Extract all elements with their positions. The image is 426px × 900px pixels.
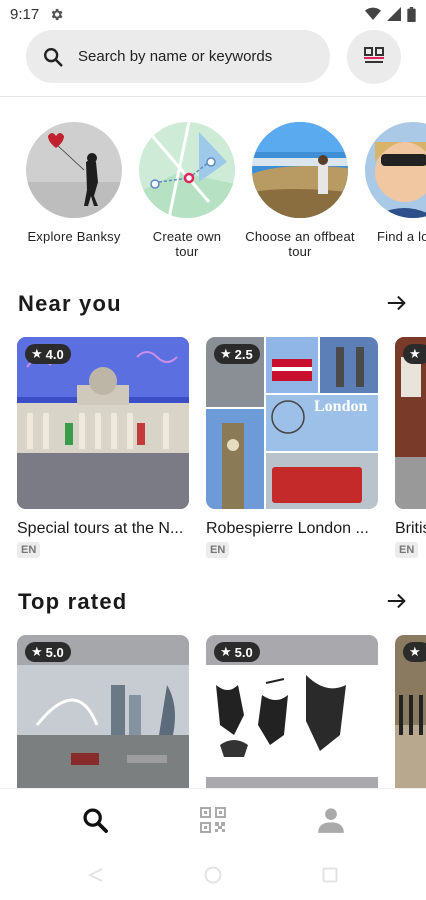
tour-card[interactable]: ★ 5.0 <box>206 635 378 788</box>
rating-badge: ★ 5.0 <box>25 642 71 662</box>
tour-card-image: ★ 4.0 <box>17 337 189 509</box>
nav-profile-tab[interactable] <box>301 795 361 845</box>
tour-card[interactable]: ★ Britis EN <box>395 337 426 558</box>
rating-badge: ★ <box>403 344 426 364</box>
category-image <box>252 122 348 218</box>
category-label: Find a lo <box>377 229 426 244</box>
star-icon: ★ <box>31 644 43 659</box>
status-bar: 9:17 <box>0 0 426 28</box>
battery-icon <box>407 6 416 22</box>
rating-badge: ★ <box>403 642 426 662</box>
tour-card-image: ★ <box>395 635 426 788</box>
recents-icon[interactable] <box>322 867 338 883</box>
rating-value: 5.0 <box>45 644 64 660</box>
category-label: Explore Banksy <box>27 229 121 244</box>
category-find-local[interactable]: Find a lo <box>353 122 426 244</box>
back-icon[interactable] <box>88 867 104 883</box>
tour-card[interactable]: ★ <box>395 635 426 788</box>
category-label: Create own tour <box>152 229 222 259</box>
search-bar[interactable] <box>26 30 330 83</box>
tour-card-image: ★ 5.0 <box>17 635 189 788</box>
star-icon: ★ <box>31 346 43 361</box>
category-label: Choose an offbeat tour <box>245 229 355 259</box>
star-icon: ★ <box>409 644 421 659</box>
star-icon: ★ <box>220 644 232 659</box>
rating-value: 5.0 <box>234 644 253 660</box>
wifi-icon <box>365 7 381 20</box>
rating-badge: ★ 2.5 <box>214 344 260 364</box>
arrow-right-icon[interactable] <box>386 292 408 314</box>
category-create-own-tour[interactable]: Create own tour <box>127 122 247 259</box>
qr-code-icon <box>200 806 226 833</box>
search-input[interactable] <box>78 48 318 65</box>
tour-card[interactable]: ★ 4.0 Special tours at the N... EN <box>17 337 189 558</box>
category-image <box>139 122 235 218</box>
tour-card-title: Special tours at the N... <box>17 520 184 537</box>
category-explore-banksy[interactable]: Explore Banksy <box>14 122 134 244</box>
bottom-navigation <box>0 788 426 850</box>
tour-card[interactable]: London ★ 2.5 Robespierre London ... EN <box>206 337 378 558</box>
status-time: 9:17 <box>10 5 40 23</box>
london-label: London <box>314 398 367 415</box>
language-badge: EN <box>17 542 41 558</box>
search-icon <box>83 807 108 833</box>
category-image <box>365 122 426 218</box>
arrow-right-icon[interactable] <box>386 590 408 612</box>
home-icon[interactable] <box>204 866 222 884</box>
star-icon: ★ <box>220 346 232 361</box>
tour-card-image: London ★ 2.5 <box>206 337 378 509</box>
nav-search-tab[interactable] <box>65 795 125 845</box>
category-image <box>26 122 122 218</box>
search-row <box>26 29 401 84</box>
rating-value: 4.0 <box>45 346 64 362</box>
star-icon: ★ <box>409 346 421 361</box>
rating-value: 2.5 <box>234 346 253 362</box>
language-badge: EN <box>206 542 230 558</box>
rating-badge: ★ 5.0 <box>214 642 260 662</box>
qr-scan-button[interactable] <box>347 29 401 84</box>
nav-qr-tab[interactable] <box>183 795 243 845</box>
qr-code-icon <box>364 46 384 63</box>
rating-badge: ★ 4.0 <box>25 344 71 364</box>
near-you-carousel[interactable]: ★ 4.0 Special tours at the N... EN London… <box>17 337 426 567</box>
language-badge: EN <box>395 542 419 558</box>
category-carousel[interactable]: Explore Banksy Create own tour Choose an… <box>0 122 426 262</box>
header-divider <box>0 96 426 97</box>
tour-card-image: ★ 5.0 <box>206 635 378 788</box>
tour-card-title: Robespierre London ... <box>206 520 369 537</box>
tour-card-title: Britis <box>395 520 426 537</box>
tour-card[interactable]: ★ 5.0 <box>17 635 189 788</box>
system-navigation <box>0 850 426 900</box>
section-title-near-you: Near you <box>18 291 122 316</box>
person-icon <box>318 807 344 833</box>
tour-card-image: ★ <box>395 337 426 509</box>
gear-icon <box>51 8 63 20</box>
section-title-top-rated: Top rated <box>18 589 128 614</box>
category-offbeat-tour[interactable]: Choose an offbeat tour <box>240 122 360 259</box>
top-rated-carousel[interactable]: ★ 5.0 ★ 5.0 ★ <box>17 635 426 788</box>
search-icon <box>44 47 63 67</box>
signal-icon <box>387 7 401 21</box>
